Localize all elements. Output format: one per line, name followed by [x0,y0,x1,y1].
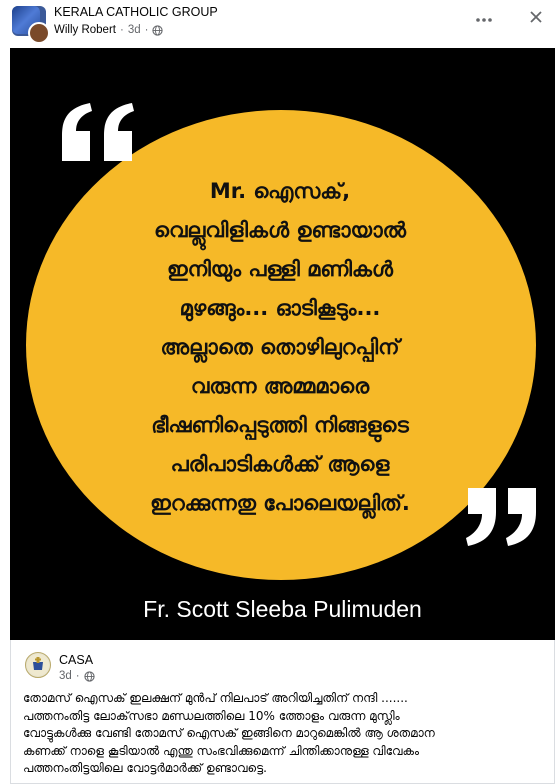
casa-logo[interactable] [25,652,51,678]
globe-icon [84,670,95,682]
shared-time[interactable]: 3d [59,670,72,682]
author-avatar[interactable] [28,22,50,44]
group-avatar[interactable] [12,6,50,44]
post-time[interactable]: 3d [128,24,141,36]
shared-text-line: തോമസ് ഐസക് ഇലക്ഷന് മുൻപ് നിലപാട് അറിയിച്… [23,691,408,705]
post-image[interactable]: Mr. ഐസക്, വെല്ലുവിളികൾ ഉണ്ടായാൽ ഇനിയും പ… [10,48,555,640]
shared-meta: 3d · [59,670,95,682]
quote-line: ഭീഷണിപ്പെടുത്തി നിങ്ങളുടെ [151,413,409,437]
quote-line: Mr. ഐസക്, [209,179,351,203]
meta-separator: · [119,24,124,36]
shared-text-line: കണക്ക് നാളെ കൂടിയാൽ എന്തു സംഭവിക്കുമെന്ന… [23,743,420,758]
close-quote-icon [466,488,536,546]
shared-post-text: തോമസ് ഐസക് ഇലക്ഷന് മുൻപ് നിലപാട് അറിയിച്… [23,690,548,778]
author-name[interactable]: Willy Robert [54,24,116,36]
shared-post[interactable]: CASA 3d · തോമസ് ഐസക് ഇലക്ഷന് മുൻപ് നിലപാ… [10,640,555,784]
quote-credit: Fr. Scott Sleeba Pulimuden [143,596,422,622]
shared-separator: · [75,670,80,682]
quote-line: അല്ലാതെ തൊഴിലുറപ്പിന് [160,335,400,359]
quote-line: പരിപാടികൾക്ക് ആളെ [170,452,390,476]
open-quote-icon [62,103,134,161]
shared-text-line: വോട്ടുകൾക്കു വേണ്ടി തോമസ് ഐസക് ഇങ്ങിനെ മ… [23,726,435,740]
quote-line: വരുന്ന അമ്മമാരെ [190,374,370,398]
close-icon[interactable] [525,9,547,31]
globe-icon [152,24,164,36]
quote-line: മുഴങ്ങും... ഓടികൂടും... [179,296,381,320]
shared-text-line: പത്തനംതിട്ടയിലെ വോട്ടർമാർക്ക് ഉണ്ടാവട്ടെ… [23,761,267,775]
quote-text: Mr. ഐസക്, വെല്ലുവിളികൾ ഉണ്ടായാൽ ഇനിയും പ… [70,172,490,523]
post-meta: Willy Robert · 3d · [54,24,164,36]
post-header: KERALA CATHOLIC GROUP Willy Robert · 3d … [0,0,560,44]
shared-page-name[interactable]: CASA [59,653,93,667]
more-horizontal-icon[interactable] [472,10,496,30]
quote-line: ഇനിയും പള്ളി മണികൾ [166,257,394,281]
shared-text-line: പത്തനംതിട്ട ലോക്‌സഭാ മണ്ഡലത്തിലെ 10% ത്ത… [23,708,400,723]
quote-line: ഇറക്കുന്നതു പോലെയല്ലിത്. [150,491,410,515]
group-name[interactable]: KERALA CATHOLIC GROUP [54,5,218,19]
quote-line: വെല്ലുവിളികൾ ഉണ്ടായാൽ [153,218,407,242]
meta-separator-2: · [144,24,149,36]
